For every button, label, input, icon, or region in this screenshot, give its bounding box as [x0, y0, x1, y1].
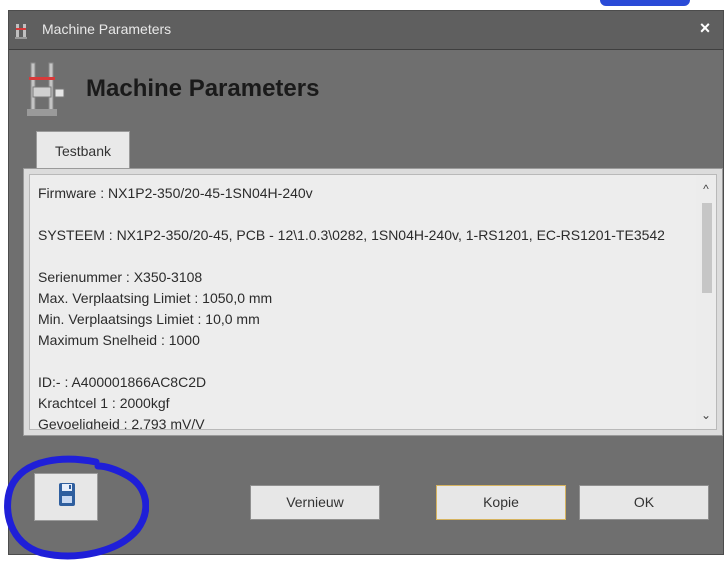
background-blue-mark — [600, 0, 690, 6]
testing-machine-icon — [27, 62, 65, 116]
serial-number-line: Serienummer : X350-3108 — [38, 269, 203, 285]
systeem-line: SYSTEEM : NX1P2-350/20-45, PCB - 12\1.0.… — [38, 227, 665, 243]
app-icon — [15, 24, 27, 39]
scroll-thumb[interactable] — [702, 203, 712, 293]
chevron-up-icon[interactable]: ^ — [696, 180, 716, 198]
vernieuw-button[interactable]: Vernieuw — [250, 485, 380, 520]
tab-panel: Firmware : NX1P2-350/20-45-1SN04H-240v S… — [23, 168, 723, 436]
chevron-down-icon[interactable]: ⌄ — [696, 406, 716, 424]
vertical-scrollbar[interactable]: ^ ⌄ — [696, 175, 716, 429]
title-bar: Machine Parameters × — [9, 11, 723, 50]
page-title: Machine Parameters — [86, 75, 320, 102]
machine-parameters-window: Machine Parameters × Machine Parameters … — [8, 10, 724, 555]
kopie-button[interactable]: Kopie — [436, 485, 566, 520]
load-cell-line: Krachtcel 1 : 2000kgf — [38, 395, 170, 411]
tab-testbank[interactable]: Testbank — [36, 131, 130, 169]
window-title: Machine Parameters — [42, 21, 172, 37]
sensitivity-line: Gevoeligheid : 2,793 mV/V — [38, 416, 205, 430]
id-line: ID:- : A400001866AC8C2D — [38, 374, 207, 390]
parameters-text: Firmware : NX1P2-350/20-45-1SN04H-240v S… — [38, 183, 686, 430]
close-button[interactable]: × — [695, 18, 715, 38]
firmware-line: Firmware : NX1P2-350/20-45-1SN04H-240v — [38, 185, 313, 201]
min-travel-limit-line: Min. Verplaatsings Limiet : 10,0 mm — [38, 311, 260, 327]
floppy-disk-icon — [59, 483, 75, 506]
ok-button[interactable]: OK — [579, 485, 709, 520]
parameters-textbox[interactable]: Firmware : NX1P2-350/20-45-1SN04H-240v S… — [29, 174, 717, 430]
save-button[interactable] — [34, 473, 98, 521]
max-travel-limit-line: Max. Verplaatsing Limiet : 1050,0 mm — [38, 290, 273, 306]
max-speed-line: Maximum Snelheid : 1000 — [38, 332, 200, 348]
